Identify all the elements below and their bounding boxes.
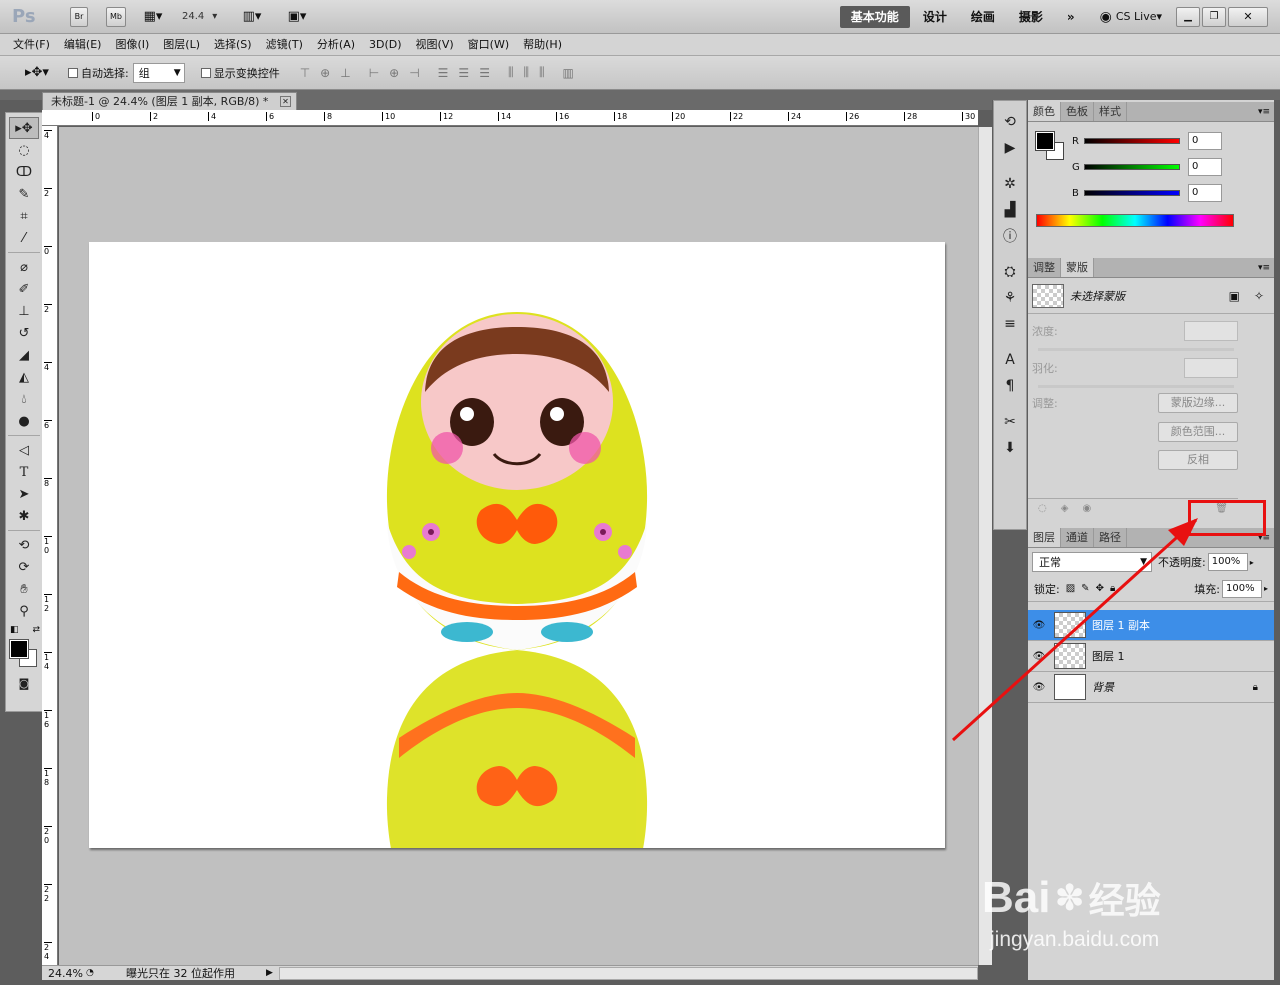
watermark-brand-cn: 经验 [1088,881,1161,922]
paw-icon: ✽ [1054,877,1085,919]
annotation-arrow [951,518,1198,742]
foreground-color-swatch[interactable] [1035,131,1055,151]
baidu-watermark: Bai ✽ 经验 [982,872,1161,924]
foreground-color-swatch[interactable] [9,639,29,659]
watermark-brand: Bai [982,873,1051,922]
watermark-url: jingyan.baidu.com [990,928,1160,951]
